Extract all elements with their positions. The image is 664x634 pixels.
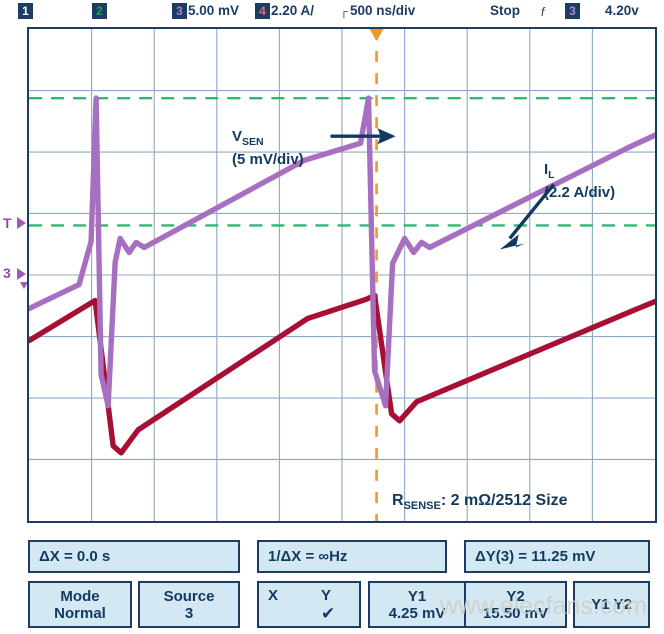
il-subscript: L	[548, 169, 555, 181]
source-title: Source	[163, 587, 215, 605]
y1y2-label: Y1 Y2	[591, 596, 632, 613]
channel-4-scale-label: 2.20 A/	[271, 3, 315, 18]
delta-x-readout: ΔX = 0.0 s	[28, 540, 240, 573]
channel-4-chip[interactable]: 4	[255, 3, 270, 19]
trigger-source-chip[interactable]: 3	[565, 3, 580, 19]
y2-value: 15.50 mV	[482, 604, 549, 622]
channel-3-marker-label: 3	[3, 265, 11, 281]
y-cursor-label: Y	[321, 587, 332, 604]
rsense-annotation: RSENSE: 2 mΩ/2512 Size	[392, 492, 568, 515]
cursor-readout-panel: ΔX = 0.0 s 1/ΔX = ∞Hz ΔY(3) = 11.25 mV M…	[28, 540, 650, 628]
rsense-value: : 2 mΩ/2512 Size	[440, 492, 568, 509]
y1-readout[interactable]: Y1 4.25 mV	[368, 581, 466, 628]
y1-value: 4.25 mV	[388, 604, 446, 622]
rsense-subscript: SENSE	[403, 500, 441, 513]
waveform-graticule[interactable]: VSEN (5 mV/div) IL (2.2 A/div) RSENSE: 2…	[27, 27, 657, 523]
channel-3-scale-label: 5.00 mV	[188, 3, 240, 18]
timebase-reference-icon: ┌	[340, 6, 348, 18]
timebase-label: 500 ns/div	[350, 3, 416, 18]
channel-3-chip[interactable]: 3	[172, 3, 187, 19]
il-annotation: IL (2.2 A/div)	[544, 161, 615, 201]
vsen-scale-label: (5 mV/div)	[232, 151, 304, 168]
trigger-marker-label: T	[3, 215, 12, 231]
rsense-label: R	[392, 492, 404, 509]
trigger-level-label: 4.20v	[605, 3, 639, 18]
trigger-marker-arrow-icon[interactable]	[17, 217, 26, 229]
inverse-delta-x-readout: 1/ΔX = ∞Hz	[257, 540, 447, 573]
y2-readout[interactable]: Y2 15.50 mV	[464, 581, 567, 628]
vsen-label: V	[232, 128, 243, 145]
vsen-subscript: SEN	[242, 136, 264, 148]
scope-status-bar: 1 2 3 5.00 mV 4 2.20 A/ ┌ 500 ns/div Sto…	[0, 0, 664, 22]
vsen-annotation: VSEN (5 mV/div)	[232, 128, 304, 168]
delta-y-readout: ΔY(3) = 11.25 mV	[464, 540, 650, 573]
y-cursor-check-icon: ✔	[321, 604, 336, 623]
mode-title: Mode	[60, 587, 100, 605]
y1-title: Y1	[407, 587, 427, 605]
xy-toggle-button[interactable]: X Y ✔	[257, 581, 361, 628]
acquisition-state-label: Stop	[490, 3, 520, 18]
mode-value: Normal	[54, 604, 106, 622]
source-value: 3	[184, 604, 194, 622]
il-scale-label: (2.2 A/div)	[544, 184, 616, 201]
x-cursor-label: X	[268, 587, 279, 604]
channel-3-marker-arrow-icon[interactable]	[17, 268, 26, 280]
y1y2-button[interactable]: Y1 Y2	[573, 581, 650, 628]
oscilloscope-screenshot: 1 2 3 5.00 mV 4 2.20 A/ ┌ 500 ns/div Sto…	[0, 0, 664, 634]
y2-title: Y2	[506, 587, 525, 605]
mode-button[interactable]: Mode Normal	[28, 581, 132, 628]
trigger-position-marker-icon	[369, 29, 384, 42]
waveform-plot	[29, 29, 655, 521]
channel-2-chip[interactable]: 2	[92, 3, 107, 19]
source-button[interactable]: Source 3	[138, 581, 240, 628]
trigger-coupling-label: f	[541, 5, 545, 19]
channel-1-chip[interactable]: 1	[18, 3, 33, 19]
